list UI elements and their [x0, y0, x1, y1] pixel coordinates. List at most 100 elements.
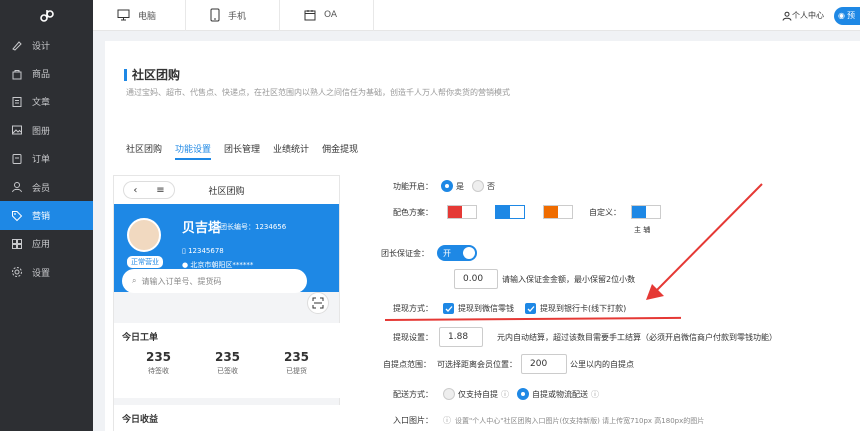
- tab-pc[interactable]: 电脑: [93, 0, 186, 31]
- withdraw-wechat-checkbox[interactable]: [443, 303, 454, 314]
- user-icon: [10, 180, 24, 194]
- eye-icon: ◉: [838, 11, 845, 20]
- preview-button[interactable]: ◉ 预: [834, 6, 860, 25]
- deposit-amount-input[interactable]: 0.00: [454, 269, 498, 289]
- enable-yes-radio[interactable]: [441, 180, 453, 192]
- withdraw-bank-checkbox[interactable]: [525, 303, 536, 314]
- deposit-amount-row: 0.00 请输入保证金金额，最小保留2位小数: [454, 269, 635, 289]
- stat-picked: 235 已提货: [284, 350, 309, 376]
- delivery-both-label: 自提或物流配送: [532, 389, 588, 399]
- tab-oa[interactable]: OA: [280, 0, 374, 31]
- deposit-hint: 请输入保证金金额，最小保留2位小数: [502, 274, 636, 284]
- info-icon: ⓘ: [443, 416, 451, 425]
- sidebar-item-order[interactable]: 订单: [0, 145, 93, 173]
- phone-search-input[interactable]: ⌕ 请输入订单号、提货码: [122, 269, 307, 293]
- search-placeholder: 请输入订单号、提货码: [141, 276, 222, 286]
- pickup-suffix: 公里以内的自提点: [570, 359, 634, 369]
- phone-icon: [210, 8, 220, 22]
- tab-mobile[interactable]: 手机: [186, 0, 280, 31]
- sidebar-item-design[interactable]: 设计: [0, 31, 93, 59]
- withdraw-setting-row: 提现设置： 1.88 元内自动结算，超过该数目需要手工结算（必须开启微信商户付款…: [393, 327, 777, 347]
- leader-name: 贝吉塔: [182, 221, 222, 236]
- logo[interactable]: [0, 0, 93, 31]
- delivery-self-radio[interactable]: [443, 388, 455, 400]
- menu-icon[interactable]: ≡: [156, 185, 164, 196]
- color-scheme-row: 配色方案： 自定义：: [393, 205, 661, 219]
- custom-label: 自定义：: [589, 207, 621, 217]
- monitor-icon: [117, 9, 130, 21]
- sidebar-item-marketing[interactable]: 营销: [0, 201, 93, 230]
- stat-picked-num: 235: [283, 350, 310, 364]
- enable-no-label: 否: [487, 181, 495, 191]
- sidebar-item-settings[interactable]: 设置: [0, 258, 93, 286]
- sidebar-item-label: 订单: [32, 155, 51, 166]
- entry-image-hint: 设置"个人中心"社区团购入口图片(仅支持新版) 请上传宽710px 高180px…: [455, 416, 705, 425]
- tab-performance-stats[interactable]: 业绩统计: [273, 142, 309, 160]
- deposit-toggle[interactable]: 开: [437, 245, 477, 261]
- scan-icon[interactable]: [307, 292, 329, 314]
- stat-pending-num: 235: [145, 350, 172, 364]
- withdraw-method-row: 提现方式： 提现到微信零钱 提现到银行卡(线下打款): [393, 303, 626, 314]
- tab-oa-label: OA: [324, 10, 338, 20]
- preview-label: 预: [846, 11, 855, 20]
- sidebar-item-label: 设置: [32, 268, 51, 279]
- withdraw-value-input[interactable]: 1.88: [439, 327, 483, 347]
- today-orders-title: 今日工单: [122, 333, 159, 343]
- delivery-label: 配送方式：: [393, 389, 433, 399]
- color-swatch-red[interactable]: [447, 205, 477, 219]
- sidebar-item-goods[interactable]: 商品: [0, 59, 93, 87]
- tab-pc-label: 电脑: [138, 11, 157, 22]
- sidebar-item-label: 营销: [32, 212, 51, 223]
- order-icon: [10, 152, 24, 166]
- info-icon: ⓘ: [501, 389, 509, 399]
- sidebar-item-member[interactable]: 会员: [0, 173, 93, 201]
- logo-icon: [39, 9, 54, 22]
- sidebar-item-label: 应用: [32, 240, 51, 251]
- sidebar: 设计 商品 文章 图册 订单 会员 营销 应用 设置: [0, 0, 93, 431]
- color-swatch-blue[interactable]: [495, 205, 525, 219]
- delivery-self-label: 仅支持自提: [458, 389, 498, 399]
- delivery-both-radio[interactable]: [517, 388, 529, 400]
- stat-signed-num: 235: [214, 350, 241, 364]
- main-panel: 社区团购 通过宝妈、超市、代售点、快递点，在社区范围内以熟人之间信任为基础，创造…: [105, 41, 860, 431]
- user-center-label: 个人中心: [792, 11, 824, 20]
- back-icon[interactable]: ‹: [133, 185, 137, 196]
- sidebar-item-label: 设计: [32, 41, 51, 52]
- delivery-row: 配送方式： 仅支持自提 ⓘ 自提或物流配送 ⓘ: [393, 388, 599, 400]
- brush-icon: [10, 38, 24, 52]
- sidebar-item-article[interactable]: 文章: [0, 88, 93, 116]
- color-swatch-orange[interactable]: [543, 205, 573, 219]
- today-income-title: 今日收益: [122, 415, 159, 425]
- image-icon: [10, 123, 24, 137]
- withdraw-setting-label: 提现设置：: [393, 332, 433, 342]
- sidebar-item-label: 图册: [32, 126, 51, 137]
- sidebar-item-label: 会员: [32, 183, 51, 194]
- topbar: 电脑 手机 OA 个人中心 ◉ 预: [93, 0, 860, 31]
- order-stats: 235 待签收 235 已签收 235 已提货: [114, 350, 341, 376]
- color-swatch-custom[interactable]: [631, 205, 661, 219]
- main-sub-label: 主 辅: [634, 226, 651, 234]
- pickup-distance-input[interactable]: 200: [521, 354, 567, 374]
- pickup-row: 自提点范围： 可选择距离会员位置： 200 公里以内的自提点: [383, 354, 634, 374]
- phone-small-icon: ▯: [182, 247, 186, 255]
- tab-community-buy[interactable]: 社区团购: [126, 142, 162, 160]
- entry-image-row: 入口图片： ⓘ 设置"个人中心"社区团购入口图片(仅支持新版) 请上传宽710p…: [393, 415, 704, 426]
- enable-row: 功能开启： 是 否: [393, 180, 495, 192]
- pickup-prefix: 可选择距离会员位置：: [437, 359, 517, 369]
- enable-yes-label: 是: [456, 181, 464, 191]
- sidebar-item-album[interactable]: 图册: [0, 116, 93, 144]
- avatar: [127, 218, 161, 252]
- tab-commission-withdraw[interactable]: 佣金提现: [322, 142, 358, 160]
- tab-mobile-label: 手机: [228, 11, 247, 22]
- tab-leader-management[interactable]: 团长管理: [224, 142, 260, 160]
- color-scheme-label: 配色方案：: [393, 207, 433, 217]
- enable-label: 功能开启：: [393, 181, 433, 191]
- phone-preview: ‹ ≡ 社区团购 正常营业 贝吉塔 团长编号：1234656 ▯ 1234567…: [113, 175, 341, 431]
- sidebar-item-apps[interactable]: 应用: [0, 230, 93, 258]
- user-center-link[interactable]: 个人中心: [782, 10, 824, 21]
- entry-image-label: 入口图片：: [393, 416, 433, 425]
- enable-no-radio[interactable]: [472, 180, 484, 192]
- today-orders-card: 今日工单 235 待签收 235 已签收 235 已提货: [114, 323, 341, 398]
- tab-function-settings[interactable]: 功能设置: [175, 142, 212, 160]
- stat-signed: 235 已签收: [215, 350, 240, 376]
